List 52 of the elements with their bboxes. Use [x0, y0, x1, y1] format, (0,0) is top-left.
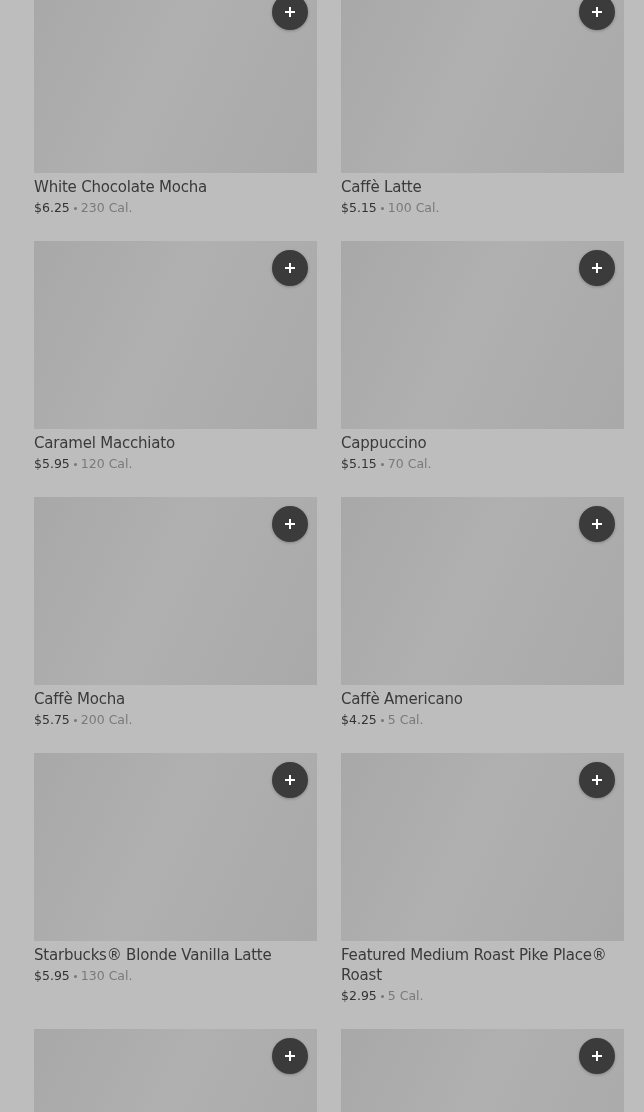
- item-calories: 130 Cal.: [80, 967, 133, 985]
- add-button[interactable]: [272, 762, 308, 798]
- item-name: Caffè Mocha: [34, 689, 127, 709]
- item-calories: 200 Cal.: [80, 711, 133, 729]
- item-name: White Chocolate Mocha: [34, 177, 209, 197]
- item-price: $2.95: [341, 987, 377, 1005]
- plus-icon: [591, 1050, 603, 1062]
- item-calories: 230 Cal.: [80, 199, 133, 217]
- plus-icon: [284, 774, 296, 786]
- separator-dot: [73, 462, 77, 466]
- add-button[interactable]: [579, 250, 615, 286]
- item-price: $4.25: [341, 711, 377, 729]
- item-name: Starbucks® Blonde Vanilla Latte: [34, 945, 273, 965]
- item-price: $5.95: [34, 967, 70, 985]
- separator-dot: [380, 994, 384, 998]
- add-button[interactable]: [272, 1038, 308, 1074]
- separator-dot: [380, 206, 384, 210]
- plus-icon: [284, 262, 296, 274]
- separator-dot: [73, 718, 77, 722]
- item-calories: 5 Cal.: [387, 987, 424, 1005]
- item-price: $6.25: [34, 199, 70, 217]
- item-calories: 70 Cal.: [387, 455, 432, 473]
- item-price: $5.95: [34, 455, 70, 473]
- item-price: $5.15: [341, 199, 377, 217]
- plus-icon: [284, 1050, 296, 1062]
- add-button[interactable]: [579, 762, 615, 798]
- item-calories: 5 Cal.: [387, 711, 424, 729]
- separator-dot: [73, 206, 77, 210]
- add-button[interactable]: [579, 0, 615, 30]
- item-price: $5.75: [34, 711, 70, 729]
- plus-icon: [591, 518, 603, 530]
- add-button[interactable]: [272, 0, 308, 30]
- item-name: Caffè Americano: [341, 689, 464, 709]
- item-price: $5.15: [341, 455, 377, 473]
- plus-icon: [284, 6, 296, 18]
- separator-dot: [73, 974, 77, 978]
- item-name: Featured Medium Roast Pike Place® Roast: [341, 945, 608, 985]
- add-button[interactable]: [272, 250, 308, 286]
- separator-dot: [380, 462, 384, 466]
- item-name: Caffè Latte: [341, 177, 423, 197]
- plus-icon: [591, 6, 603, 18]
- plus-icon: [591, 774, 603, 786]
- add-button[interactable]: [272, 506, 308, 542]
- item-name: Cappuccino: [341, 433, 428, 453]
- plus-icon: [591, 262, 603, 274]
- separator-dot: [380, 718, 384, 722]
- item-name: Caramel Macchiato: [34, 433, 176, 453]
- add-button[interactable]: [579, 1038, 615, 1074]
- add-button[interactable]: [579, 506, 615, 542]
- plus-icon: [284, 518, 296, 530]
- item-calories: 100 Cal.: [387, 199, 440, 217]
- item-calories: 120 Cal.: [80, 455, 133, 473]
